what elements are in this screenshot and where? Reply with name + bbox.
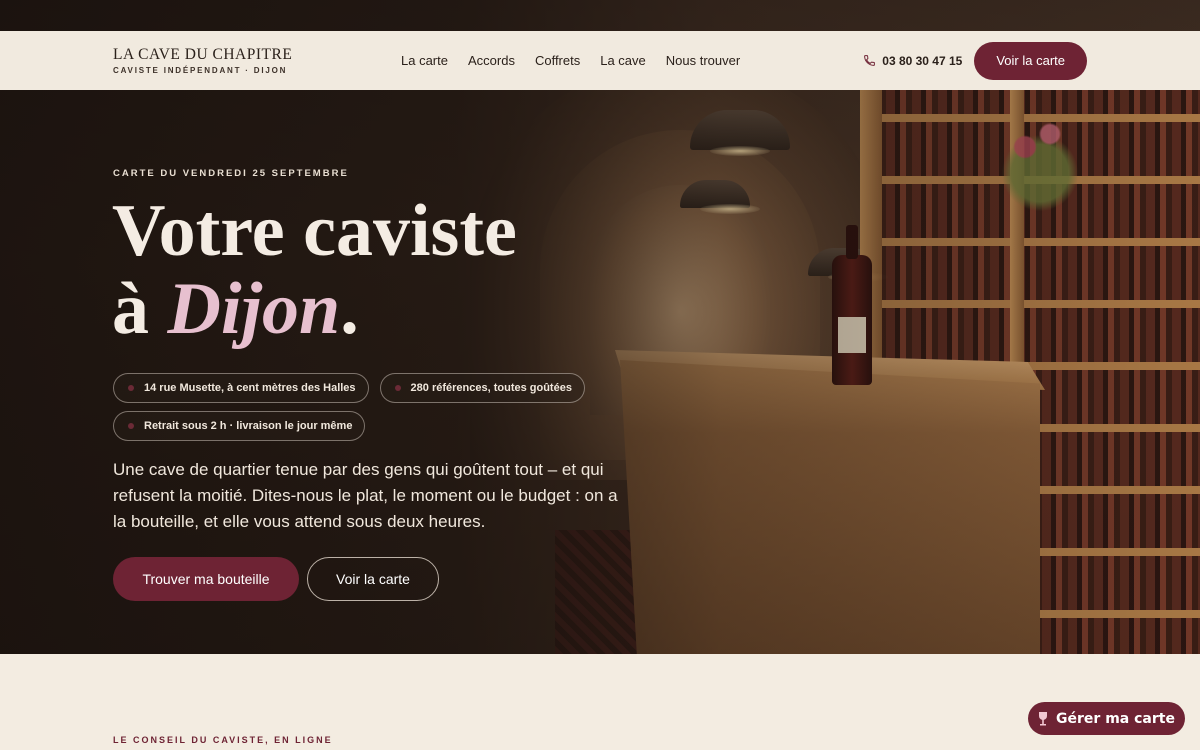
see-menu-button[interactable]: Voir la carte (307, 557, 439, 601)
phone-icon (864, 55, 876, 66)
chip-label: Retrait sous 2 h · livraison le jour mêm… (144, 420, 353, 432)
chip-references: 280 références, toutes goûtées (379, 373, 585, 403)
find-bottle-button[interactable]: Trouver ma bouteille (113, 557, 299, 601)
brand-logo[interactable]: LA CAVE DU CHAPITRE CAVISTE INDÉPENDANT … (113, 46, 383, 75)
phone-number: 03 80 30 47 15 (882, 53, 963, 68)
brand-tagline: CAVISTE INDÉPENDANT · DIJON (113, 66, 288, 75)
hero-title-prefix: à (112, 268, 168, 350)
chip-dot-icon (128, 423, 134, 429)
hero-title-accent: Dijon (167, 268, 341, 350)
section-eyebrow: LE CONSEIL DU CAVISTE, EN LIGNE (113, 735, 333, 745)
nav-link-nous-trouver[interactable]: Nous trouver (666, 53, 740, 68)
nav-link-la-cave[interactable]: La cave (600, 53, 646, 68)
chip-dot-icon (394, 385, 401, 391)
hero-eyebrow: CARTE DU VENDREDI 25 SEPTEMBRE (113, 168, 349, 179)
hero-chips: 14 rue Musette, à cent mètres des Halles… (113, 373, 613, 441)
wine-glass-icon (1039, 711, 1048, 725)
chip-dot-icon (128, 385, 134, 391)
hero-title-line2: à Dijon. (112, 270, 517, 348)
brand-name: LA CAVE DU CHAPITRE (113, 46, 293, 63)
hero-title-period: . (340, 268, 359, 350)
site-header: LA CAVE DU CHAPITRE CAVISTE INDÉPENDANT … (0, 31, 1200, 90)
chip-address: 14 rue Musette, à cent mètres des Halles (113, 373, 369, 403)
header-cta-button[interactable]: Voir la carte (974, 41, 1087, 80)
chip-label: 14 rue Musette, à cent mètres des Halles (144, 382, 356, 394)
phone-link[interactable]: 03 80 30 47 15 (863, 54, 962, 68)
hero-title-line1: Votre caviste (112, 190, 517, 272)
nav-link-accords[interactable]: Accords (468, 53, 515, 68)
manage-menu-button[interactable]: Gérer ma carte (1028, 702, 1185, 735)
nav-link-coffrets[interactable]: Coffrets (535, 53, 580, 68)
hero-title: Votre caviste à Dijon. (112, 192, 517, 348)
main-nav: La carte Accords Coffrets La cave Nous t… (401, 53, 740, 68)
chip-delivery: Retrait sous 2 h · livraison le jour mêm… (113, 411, 366, 441)
manage-menu-label: Gérer ma carte (1056, 710, 1175, 727)
hero-description: Une cave de quartier tenue par des gens … (113, 460, 618, 531)
nav-link-carte[interactable]: La carte (401, 53, 448, 68)
chip-label: 280 références, toutes goûtées (410, 382, 572, 394)
